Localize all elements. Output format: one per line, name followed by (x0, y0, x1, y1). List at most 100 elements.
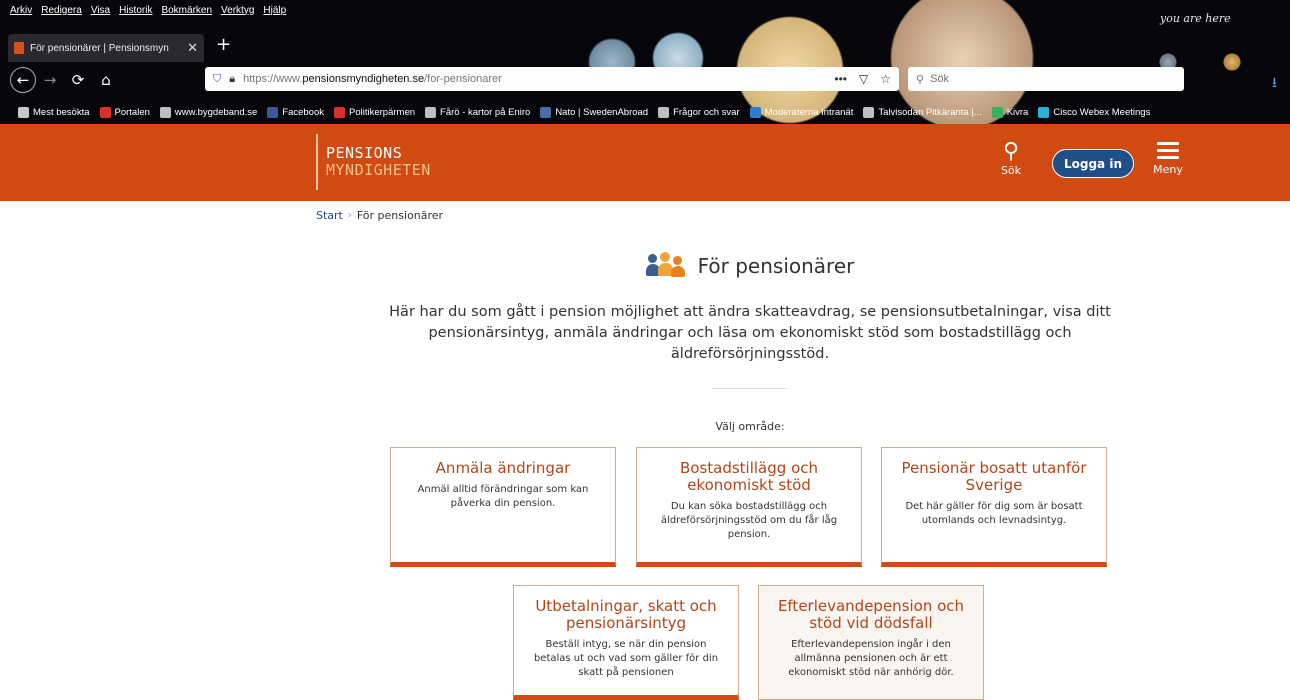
close-icon[interactable]: ✕ (187, 40, 198, 56)
theme-hint-text: you are here (1160, 12, 1231, 25)
card-efterlevandepension[interactable]: Efterlevandepension och stöd vid dödsfal… (758, 585, 984, 700)
bookmark-item[interactable]: Frågor och svar (658, 106, 740, 118)
favicon-icon (14, 42, 24, 54)
menu-item-redigera[interactable]: Redigera (41, 5, 82, 16)
pocket-icon[interactable]: ▽ (859, 72, 868, 86)
nav-toolbar: ← → ⟳ ⌂ ⛉ 🔒︎ https://www.pensionsmyndigh… (0, 64, 1290, 96)
bookmark-item[interactable]: Nato | SwedenAbroad (540, 106, 649, 118)
logo-line-1: PENSIONS (326, 144, 403, 162)
shield-icon[interactable]: ⛉ (213, 73, 221, 86)
site-header: PENSIONS MYNDIGHETEN ⚲ Sök Logga in Meny (0, 124, 1290, 201)
bookmark-item[interactable]: Politikerpärmen (334, 106, 416, 118)
bookmark-item[interactable]: Moderaterna Intranät (749, 106, 854, 118)
breadcrumb-start-link[interactable]: Start (316, 209, 343, 222)
card-title: Pensionär bosatt utanför Sverige (901, 459, 1087, 494)
search-input[interactable]: ⚲ Sök (908, 67, 1184, 91)
bookmark-label: Cisco Webex Meetings (1053, 106, 1151, 118)
tab-title: För pensionärer | Pensionsmyn (30, 42, 169, 54)
menu-item-arkiv[interactable]: Arkiv (10, 5, 32, 16)
reload-button[interactable]: ⟳ (64, 66, 92, 94)
bookmark-label: Frågor och svar (673, 106, 740, 118)
download-icon[interactable]: ⭳ (1272, 72, 1277, 96)
bookmark-favicon-icon (540, 106, 552, 118)
browser-chrome: Arkiv Redigera Visa Historik Bokmärken V… (0, 0, 1290, 124)
bookmark-favicon-icon (99, 106, 111, 118)
bookmark-favicon-icon (159, 106, 171, 118)
bookmark-item[interactable]: Portalen (99, 106, 150, 118)
bookmark-favicon-icon (991, 106, 1003, 118)
bookmarks-toolbar: Mest besökta Portalen www.bygdeband.se Face… (0, 100, 1290, 124)
bookmark-label: Fårö - kartor på Eniro (440, 106, 531, 118)
bookmark-item[interactable]: Cisco Webex Meetings (1038, 106, 1151, 118)
choose-area-label: Välj område: (715, 420, 785, 433)
card-title: Efterlevandepension och stöd vid dödsfal… (777, 597, 965, 632)
header-search-button[interactable]: ⚲ Sök (996, 139, 1026, 178)
card-title: Bostadstillägg och ekonomiskt stöd (679, 459, 818, 494)
header-menu-label: Meny (1153, 163, 1183, 176)
people-icon (645, 252, 690, 280)
card-text: Du kan söka bostadstillägg och äldreförs… (660, 501, 838, 540)
url-text: https://www.pensionsmyndigheten.se/for-p… (243, 73, 502, 85)
search-icon: ⚲ (1002, 139, 1020, 164)
logo-line-2: MYNDIGHETEN (326, 161, 431, 179)
url-bar[interactable]: ⛉ 🔒︎ https://www.pensionsmyndigheten.se/… (205, 67, 899, 91)
bookmark-label: Facebook (282, 106, 325, 118)
menu-item-visa[interactable]: Visa (91, 5, 110, 16)
card-text: Det här gäller för dig som är bosatt uto… (905, 501, 1083, 526)
bookmark-favicon-icon (267, 106, 279, 118)
bookmark-favicon-icon (658, 106, 670, 118)
bookmark-label: Mest besökta (33, 106, 90, 118)
search-placeholder: Sök (930, 73, 950, 85)
bookmark-favicon-icon (334, 106, 346, 118)
menu-item-historik[interactable]: Historik (119, 5, 152, 16)
card-bosatt-utanfor-sverige[interactable]: Pensionär bosatt utanför Sverige Det här… (881, 447, 1107, 567)
card-utbetalningar[interactable]: Utbetalningar, skatt och pensionärsintyg… (513, 585, 739, 700)
bookmark-label: www.bygdeband.se (174, 106, 258, 118)
home-button[interactable]: ⌂ (92, 66, 120, 94)
bookmark-item[interactable]: Facebook (267, 106, 325, 118)
back-button[interactable]: ← (10, 67, 36, 93)
card-title: Utbetalningar, skatt och pensionärsintyg (535, 597, 717, 632)
breadcrumb-current: För pensionärer (356, 209, 444, 222)
browser-tab[interactable]: För pensionärer | Pensionsmyn ✕ (8, 34, 204, 62)
bookmark-label: Moderaterna Intranät (764, 106, 854, 118)
forward-button[interactable]: → (36, 66, 64, 94)
bookmark-item[interactable]: Talvisodan Pitkäranta |... (863, 106, 982, 118)
bookmark-label: Portalen (114, 106, 150, 118)
bookmark-star-icon[interactable]: ☆ (880, 72, 891, 86)
intro-text: Här har du som gått i pension möjlighet … (389, 304, 1111, 362)
card-title: Anmäla ändringar (435, 459, 571, 477)
page-title-row: För pensionärer (0, 252, 1290, 280)
card-bostadstillagg[interactable]: Bostadstillägg och ekonomiskt stöd Du ka… (636, 447, 862, 567)
bookmark-item[interactable]: Mest besökta (18, 106, 90, 118)
bookmark-favicon-icon (1038, 106, 1050, 118)
chevron-right-icon: › (347, 210, 352, 221)
new-tab-button[interactable]: + (216, 34, 231, 55)
hamburger-icon (1157, 142, 1179, 159)
bookmark-label: Kivra (1006, 106, 1029, 118)
card-anmala-andringar[interactable]: Anmäla ändringar Anmäl alltid förändring… (390, 447, 616, 567)
site-logo[interactable]: PENSIONS MYNDIGHETEN (316, 134, 431, 190)
lock-icon[interactable]: 🔒︎ (229, 73, 235, 86)
card-text: Beställ intyg, se när din pension betala… (533, 639, 719, 678)
card-text: Anmäl alltid förändringar som kan påverk… (417, 484, 589, 509)
bookmark-item[interactable]: www.bygdeband.se (159, 106, 258, 118)
login-button[interactable]: Logga in (1052, 149, 1134, 178)
bookmark-item[interactable]: Kivra (991, 106, 1029, 118)
search-icon: ⚲ (916, 73, 925, 86)
page-actions-icon[interactable]: ••• (834, 72, 847, 86)
bookmark-favicon-icon (863, 106, 875, 118)
menu-item-verktyg[interactable]: Verktyg (221, 5, 254, 16)
card-text: Efterlevandepension ingår i den allmänna… (788, 639, 954, 678)
menu-item-hjalp[interactable]: Hjälp (263, 5, 286, 16)
bookmark-label: Nato | SwedenAbroad (555, 106, 649, 118)
divider (712, 388, 787, 389)
bookmark-label: Politikerpärmen (349, 106, 416, 118)
bookmark-favicon-icon (749, 106, 761, 118)
header-menu-button[interactable]: Meny (1152, 140, 1184, 176)
menu-bar: Arkiv Redigera Visa Historik Bokmärken V… (0, 0, 286, 20)
bookmark-favicon-icon (18, 106, 29, 118)
bookmark-item[interactable]: Fårö - kartor på Eniro (425, 106, 531, 118)
menu-item-bokmarken[interactable]: Bokmärken (161, 5, 212, 16)
header-search-label: Sök (1000, 164, 1022, 177)
